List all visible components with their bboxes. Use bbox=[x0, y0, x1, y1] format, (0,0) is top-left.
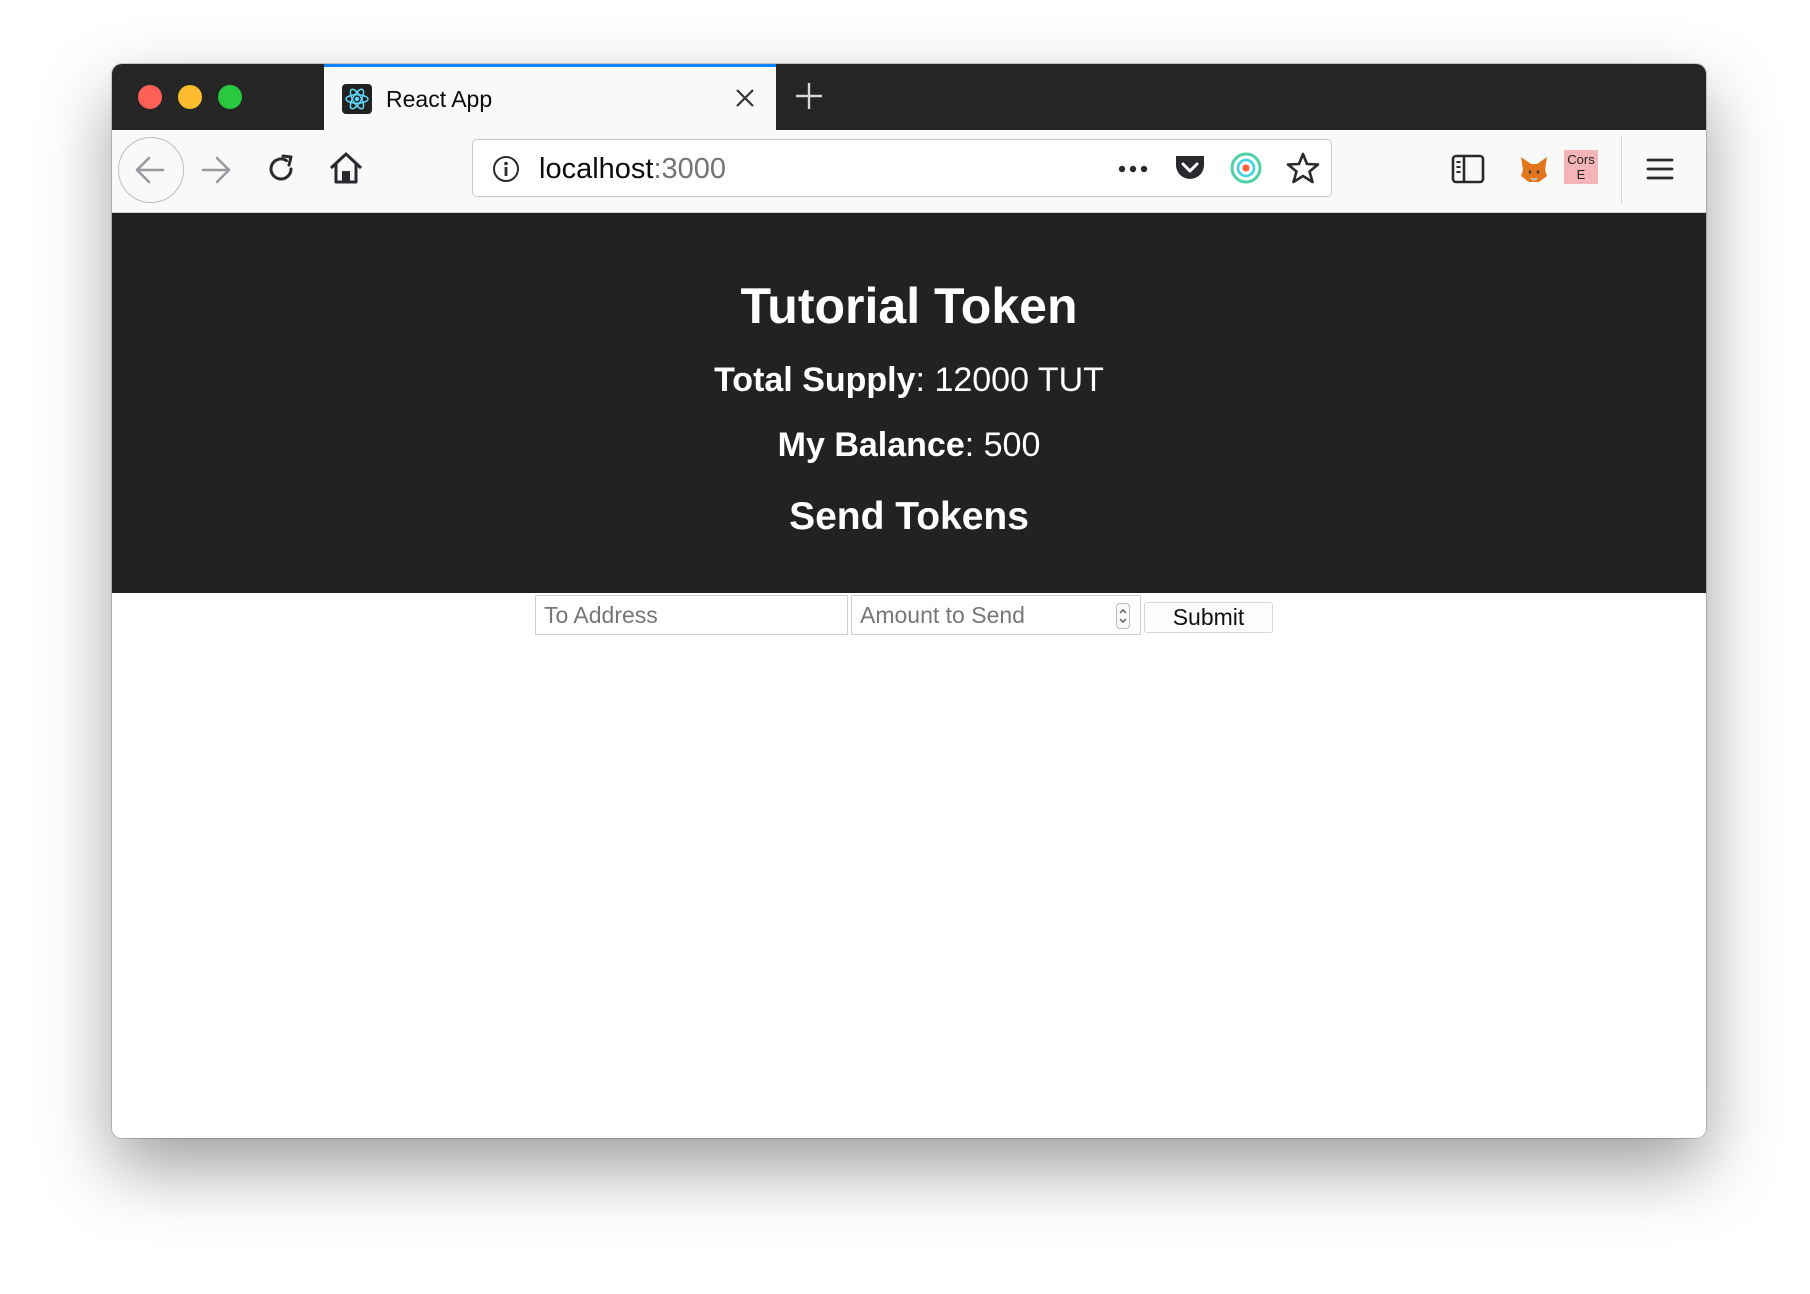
navigation-toolbar: localhost:3000 Cors E bbox=[112, 130, 1706, 213]
cors-badge-line2: E bbox=[1576, 167, 1586, 182]
new-tab-icon[interactable] bbox=[792, 79, 826, 113]
submit-button[interactable]: Submit bbox=[1144, 602, 1273, 633]
forward-arrow-icon[interactable] bbox=[198, 152, 234, 193]
total-supply: Total Supply: 12000 TUT bbox=[112, 361, 1706, 400]
pocket-icon[interactable] bbox=[1173, 152, 1207, 189]
window-minimize-button[interactable] bbox=[178, 85, 202, 109]
site-info-icon[interactable] bbox=[491, 154, 521, 189]
to-address-input[interactable] bbox=[535, 595, 848, 635]
url-text[interactable]: localhost:3000 bbox=[539, 153, 726, 186]
metamask-fox-icon[interactable] bbox=[1517, 152, 1551, 191]
back-arrow-icon bbox=[135, 156, 165, 184]
home-icon[interactable] bbox=[326, 149, 366, 192]
amount-input[interactable] bbox=[851, 595, 1141, 635]
tab-react-app[interactable]: React App bbox=[324, 64, 776, 130]
page-actions-icon[interactable] bbox=[1116, 154, 1150, 189]
browser-window: React App localhost:3000 Cors E Tutorial… bbox=[112, 64, 1706, 1138]
react-favicon-icon bbox=[342, 84, 372, 114]
reload-icon[interactable] bbox=[263, 151, 299, 192]
extension-ring-icon[interactable] bbox=[1228, 150, 1264, 191]
window-maximize-button[interactable] bbox=[218, 85, 242, 109]
url-host: localhost bbox=[539, 153, 654, 185]
cors-extension-badge[interactable]: Cors E bbox=[1564, 150, 1598, 184]
amount-stepper[interactable] bbox=[1116, 603, 1130, 629]
send-tokens-form: Submit bbox=[112, 595, 1706, 639]
cors-badge-line1: Cors bbox=[1567, 152, 1595, 167]
url-port: :3000 bbox=[653, 153, 727, 185]
total-supply-value: : 12000 TUT bbox=[915, 361, 1104, 399]
total-supply-label: Total Supply bbox=[714, 361, 916, 399]
sidebar-icon[interactable] bbox=[1450, 152, 1486, 191]
bookmark-star-icon[interactable] bbox=[1285, 150, 1321, 191]
back-button[interactable] bbox=[118, 137, 184, 203]
toolbar-separator bbox=[1621, 136, 1622, 204]
url-bar[interactable]: localhost:3000 bbox=[472, 139, 1332, 197]
page-content: Tutorial Token Total Supply: 12000 TUT M… bbox=[112, 213, 1706, 1138]
tab-title: React App bbox=[386, 86, 493, 112]
app-header: Tutorial Token Total Supply: 12000 TUT M… bbox=[112, 213, 1706, 593]
send-tokens-heading: Send Tokens bbox=[789, 495, 1029, 538]
window-close-button[interactable] bbox=[138, 85, 162, 109]
close-tab-icon[interactable] bbox=[734, 87, 756, 109]
page-title: Tutorial Token bbox=[740, 278, 1078, 334]
balance-label: My Balance bbox=[777, 426, 965, 464]
my-balance: My Balance: 500 bbox=[112, 426, 1706, 465]
balance-value: : 500 bbox=[964, 426, 1041, 464]
hamburger-menu-icon[interactable] bbox=[1643, 152, 1677, 191]
tab-bar: React App bbox=[112, 64, 1706, 130]
